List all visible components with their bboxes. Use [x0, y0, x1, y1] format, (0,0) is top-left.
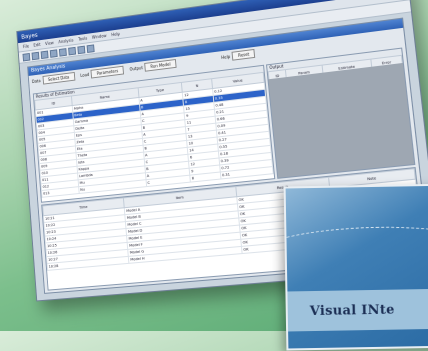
- new-icon[interactable]: [22, 52, 31, 61]
- menu-window[interactable]: Window: [91, 33, 108, 40]
- menu-help[interactable]: Help: [110, 31, 121, 37]
- output-panel: Output ID Param Estimate Error: [265, 47, 416, 179]
- menu-edit[interactable]: Edit: [32, 42, 41, 48]
- reset-button[interactable]: Reset: [231, 48, 256, 61]
- open-icon[interactable]: [31, 51, 40, 60]
- copy-icon[interactable]: [68, 46, 77, 55]
- paste-icon[interactable]: [77, 45, 86, 54]
- menu-file[interactable]: File: [22, 43, 30, 50]
- output-empty-area: [268, 62, 415, 178]
- parameters-button[interactable]: Parameters: [90, 65, 125, 79]
- splash-brand-text: Visual INte: [309, 302, 395, 320]
- results-panel: Results of Estimation ID Name Type N Val…: [32, 64, 276, 203]
- help-label: Help: [220, 53, 231, 60]
- decorative-arc: [283, 224, 428, 291]
- menu-view[interactable]: View: [44, 40, 55, 46]
- run-model-button[interactable]: Run Model: [144, 58, 177, 72]
- output-label: Output: [129, 64, 143, 72]
- save-icon[interactable]: [40, 50, 49, 59]
- load-label: Load: [80, 71, 90, 78]
- splash-card: Visual INte: [283, 183, 428, 351]
- menu-tools[interactable]: Tools: [77, 36, 88, 42]
- cut-icon[interactable]: [58, 47, 67, 57]
- run-icon[interactable]: [86, 43, 95, 53]
- data-label: Data: [31, 77, 41, 84]
- menu-analysis[interactable]: Analysis: [57, 37, 74, 45]
- print-icon[interactable]: [49, 48, 58, 58]
